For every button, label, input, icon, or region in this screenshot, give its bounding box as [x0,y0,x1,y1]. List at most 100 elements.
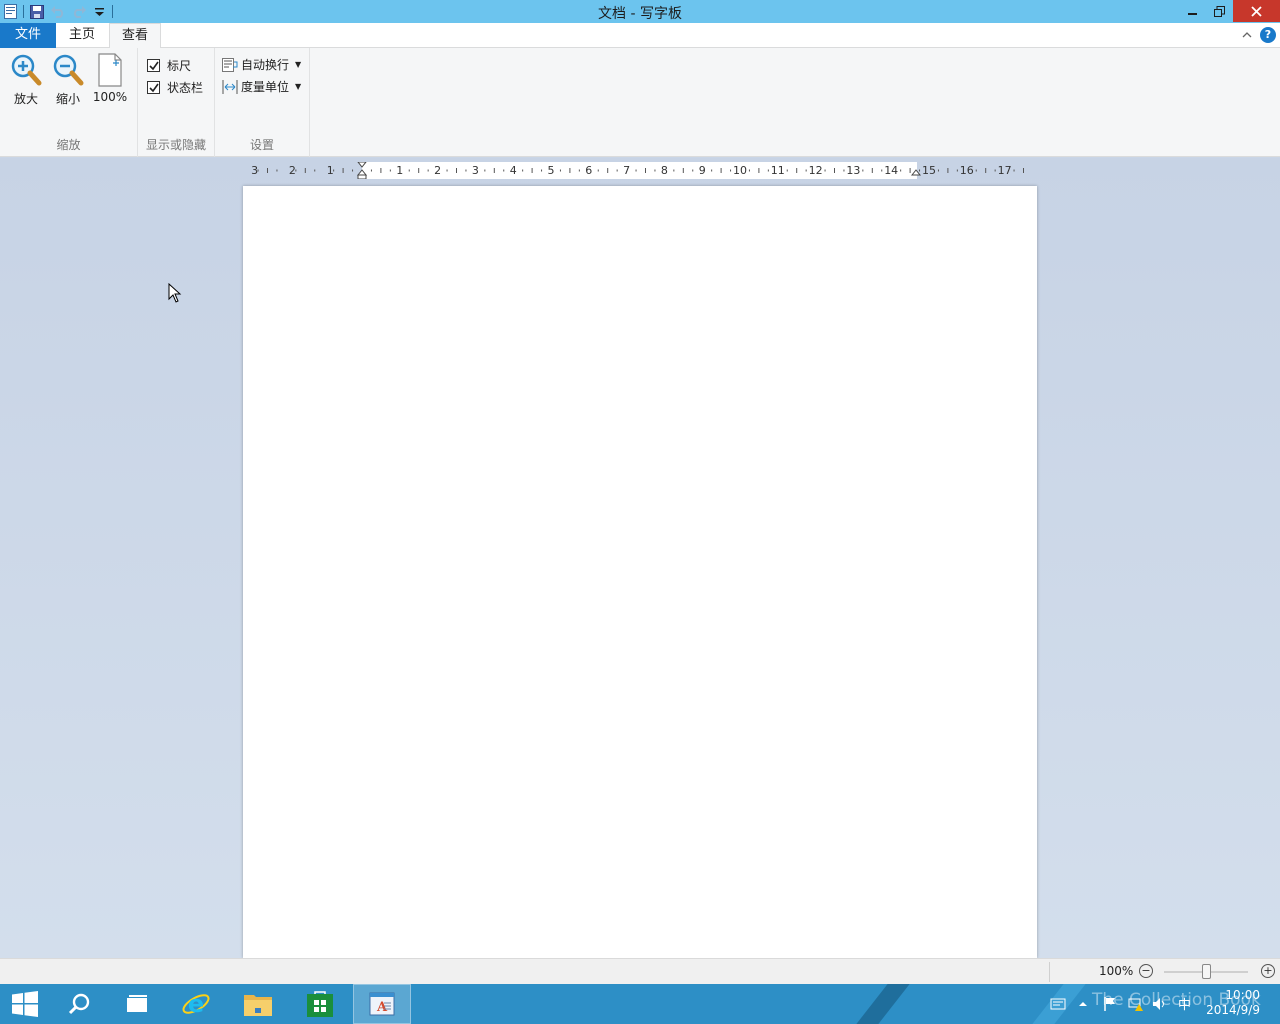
checkmark-icon [148,83,159,92]
system-tray: 中 10:00 2014/9/9 [1030,984,1280,1024]
zoom-in-icon [11,54,42,86]
statusbar-checkbox[interactable]: 状态栏 [147,79,203,96]
document-page[interactable] [243,186,1037,958]
clock[interactable]: 10:00 2014/9/9 [1206,988,1260,1018]
zoom-100-label: 100% [92,90,128,104]
status-bar: 100% − + [0,958,1280,984]
taskbar: e A The Collection Book 中 10:00 2014/9/9 [0,984,1280,1024]
chevron-down-icon: ▼ [295,60,302,69]
clock-time: 10:00 [1225,988,1260,1002]
zoom-group: 放大 缩小 100% 缩放 [0,48,138,157]
document-workspace: 3 2 1 1 2 3 4 5 6 7 8 9 10 11 12 13 14 15 16 17 [0,158,1280,958]
show-hide-group-label: 显示或隐藏 [145,138,206,152]
start-button[interactable] [0,984,54,1024]
zoom-in-label: 放大 [13,92,38,106]
minimize-button[interactable] [1179,0,1206,22]
chevron-down-icon: ▼ [295,82,302,91]
ruler-label: 11 [771,164,785,177]
ribbon: 放大 缩小 100% 缩放 标尺 状态栏 显示或隐藏 自动换行 ▼ 度量单位 ▼… [0,48,1280,157]
store-icon [307,991,333,1017]
ruler-label: 17 [998,164,1012,177]
show-hide-group: 标尺 状态栏 显示或隐藏 [138,48,215,157]
ruler-label: 10 [733,164,747,177]
svg-text:A: A [376,1000,388,1015]
ruler-label-left: 3 [251,164,258,177]
ruler-label: 9 [699,164,706,177]
page-100-icon [98,53,122,87]
network-warning-icon[interactable] [1128,996,1144,1012]
ruler-label: 14 [884,164,898,177]
ruler-check-box[interactable] [147,59,160,72]
zoom-level: 100% [1099,964,1134,978]
measurement-units-label: 度量单位 [241,80,290,94]
zoom-in-status-button[interactable]: + [1261,964,1275,978]
settings-group-label: 设置 [249,138,274,152]
wordpad-taskbar-button[interactable]: A [353,984,411,1024]
measurement-units-button[interactable]: 度量单位 ▼ [222,78,301,95]
file-explorer-icon [244,995,272,1016]
wordpad-taskbar-icon: A [369,992,395,1016]
action-center-flag-icon[interactable] [1102,996,1118,1012]
ruler-label: 16 [960,164,974,177]
taskbar-decoration [856,984,910,1024]
word-wrap-label: 自动换行 [241,58,290,72]
close-button[interactable] [1233,0,1280,22]
search-button[interactable] [50,984,108,1024]
ruler-label: 12 [809,164,823,177]
ruler-label: 标尺 [167,59,192,73]
ime-indicator[interactable]: 中 [1178,994,1194,1013]
svg-text:e: e [188,990,204,1018]
close-icon [1251,5,1262,17]
ruler[interactable]: 3 2 1 1 2 3 4 5 6 7 8 9 10 11 12 13 14 15 16 17 [243,162,1037,179]
statusbar-label: 状态栏 [167,81,204,95]
task-view-icon [127,995,147,1012]
word-wrap-button[interactable]: 自动换行 ▼ [222,56,301,73]
title-bar: 文档 - 写字板 [0,0,1280,23]
ruler-checkbox[interactable]: 标尺 [147,57,191,74]
zoom-slider-thumb[interactable] [1202,964,1211,979]
zoom-group-label: 缩放 [56,138,81,152]
status-divider [1049,962,1050,982]
show-hidden-icons-icon[interactable] [1078,996,1088,1012]
task-view-button[interactable] [108,984,166,1024]
store-button[interactable] [291,984,349,1024]
restore-button[interactable] [1206,0,1233,22]
tab-home[interactable]: 主页 [56,23,108,48]
internet-explorer-button[interactable]: e [167,984,225,1024]
statusbar-check-box[interactable] [147,81,160,94]
ruler-label: 3 [472,164,479,177]
ruler-label: 5 [548,164,555,177]
help-icon[interactable]: ? [1260,27,1276,43]
ruler-label: 2 [434,164,441,177]
volume-icon[interactable] [1152,996,1168,1012]
zoom-100-button[interactable]: 100% [90,52,130,108]
ruler-label-left: 2 [289,164,296,177]
mouse-cursor-icon [168,283,182,303]
window-controls [1179,0,1280,22]
zoom-out-status-button[interactable]: − [1139,964,1153,978]
left-indent-marker[interactable] [357,174,367,179]
tab-view[interactable]: 查看 [109,23,161,49]
word-wrap-icon [222,57,238,72]
zoom-out-button[interactable]: 缩小 [48,52,88,108]
minimize-icon [1187,13,1197,15]
restore-icon [1214,5,1225,17]
ruler-label-left: 1 [327,164,334,177]
notification-icon[interactable] [1050,996,1066,1012]
ruler-label: 7 [623,164,630,177]
measurement-units-icon [222,79,238,94]
search-icon [68,993,90,1015]
tab-file[interactable]: 文件 [0,23,56,48]
ruler-label: 6 [585,164,592,177]
clock-date: 2014/9/9 [1206,1003,1260,1017]
ruler-label: 13 [846,164,860,177]
ribbon-collapse-icon[interactable] [1239,27,1255,43]
settings-group: 自动换行 ▼ 度量单位 ▼ 设置 [215,48,310,157]
zoom-out-icon [53,54,84,86]
window-title: 文档 - 写字板 [598,6,682,22]
file-explorer-button[interactable] [229,984,287,1024]
ruler-label: 8 [661,164,668,177]
checkmark-icon [148,61,159,70]
zoom-in-button[interactable]: 放大 [6,52,46,108]
ruler-label: 4 [510,164,517,177]
